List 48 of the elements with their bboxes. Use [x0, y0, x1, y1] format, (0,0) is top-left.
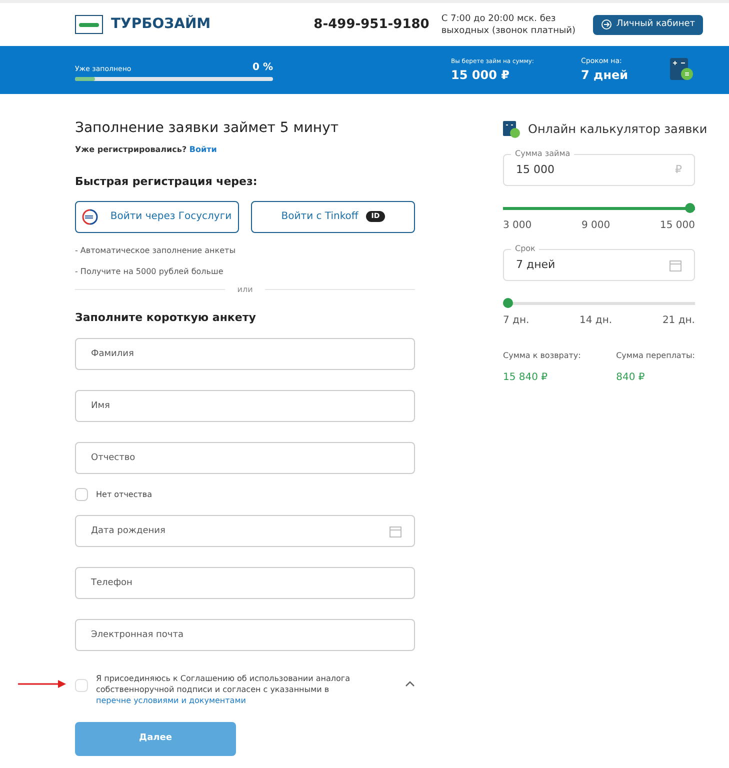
gosuslugi-icon: [82, 208, 98, 224]
calculator-icon: [669, 57, 695, 83]
working-hours: С 7:00 до 20:00 мск. без выходных (звонок платный): [441, 12, 577, 36]
short-form-title: Заполните короткую анкету: [75, 310, 257, 326]
quick-registration-title: Быстрая регистрация через:: [75, 174, 258, 190]
slider-tick-label: 21 дн.: [662, 314, 695, 328]
calendar-icon: [389, 524, 402, 538]
slider-thumb[interactable]: [503, 298, 513, 308]
chevron-icon[interactable]: [405, 681, 415, 687]
calendar-icon: [669, 258, 682, 272]
field-label: Сумма займа: [511, 148, 574, 160]
currency-sign: ₽: [675, 162, 682, 178]
result-value: 15 840 ₽: [503, 371, 549, 385]
progress-percent: 0 %: [252, 60, 273, 74]
checkbox-label: Нет отчества: [96, 488, 152, 500]
logo-text: ТУРБОЗАЙМ: [111, 14, 211, 34]
documents-link[interactable]: перечне условиями и документами: [96, 696, 246, 705]
checkbox[interactable]: [75, 679, 88, 692]
amount-value: 15 000 ₽: [451, 66, 510, 84]
consent-text: Я присоединяюсь к Соглашению об использовании аналога собственноручной подписи и согласен с указанными в перечне условиями и документами: [96, 673, 352, 706]
calculator-title: Онлайн калькулятор заявки: [528, 121, 708, 138]
cabinet-button[interactable]: Личный кабинет: [593, 14, 703, 34]
slider-tick-label: 15 000: [660, 219, 695, 233]
logo-icon: [75, 15, 103, 34]
benefit-text: - Автоматическое заполнение анкеты: [75, 244, 237, 256]
divider-text: или: [237, 284, 253, 296]
term-value: 7 дней: [581, 67, 630, 84]
field-value: 15 000: [516, 162, 556, 178]
field-value: 7 дней: [516, 256, 556, 273]
slider-tick-label: 14 дн.: [580, 314, 612, 328]
form-title: Заполнение заявки займет 5 минут: [75, 119, 340, 138]
field-label: Срок: [511, 243, 540, 255]
result-label: Сумма переплаты:: [616, 350, 695, 362]
checkbox[interactable]: [75, 488, 88, 501]
slider-tick-label: 9 000: [582, 219, 610, 233]
login-link[interactable]: Войти: [189, 145, 217, 154]
slider-tick-label: 3 000: [503, 219, 532, 233]
phone-number: 8-499-951-9180: [314, 16, 430, 34]
slider-thumb[interactable]: [685, 203, 695, 213]
login-icon: [601, 19, 612, 30]
registered-prompt: Уже регистрировались?: [75, 145, 187, 154]
result-value: 840 ₽: [616, 371, 646, 385]
gosuslugi-button[interactable]: Войти через Госуслуги: [75, 200, 239, 232]
result-label: Сумма к возврату:: [503, 350, 581, 362]
calculator-icon: [503, 120, 520, 138]
benefit-text: - Получите на 5000 рублей больше: [75, 266, 224, 278]
slider-tick-label: 7 дн.: [503, 314, 530, 328]
arrow-icon: [18, 680, 66, 688]
